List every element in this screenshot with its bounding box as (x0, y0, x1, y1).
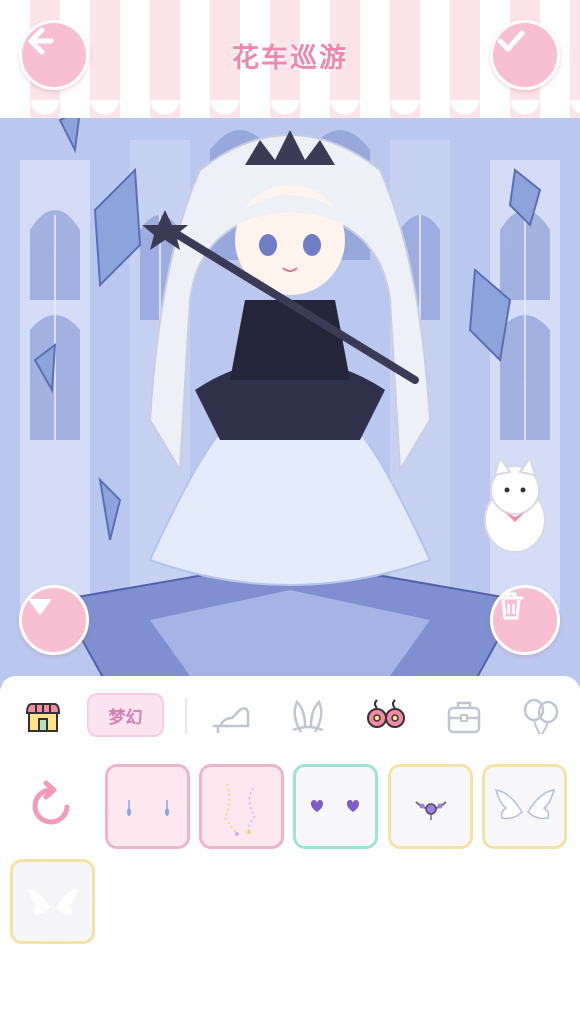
flower-earrings-icon (367, 699, 405, 728)
shop-icon (25, 703, 61, 732)
item-white-wings[interactable] (10, 859, 95, 944)
category-bar: 梦幻 (0, 676, 580, 756)
item-jewel-necklace[interactable] (388, 764, 473, 849)
back-arrow-icon (28, 27, 54, 55)
item-drop-earrings[interactable] (105, 764, 190, 849)
triangle-down-icon (29, 599, 51, 615)
banner-scallop (0, 100, 580, 122)
dress-up-scene: 花车巡游 (0, 0, 580, 690)
back-button[interactable] (19, 20, 89, 90)
category-bags[interactable] (441, 694, 487, 740)
angel-wings-icon (494, 788, 555, 819)
category-earrings[interactable] (363, 694, 409, 740)
category-handheld[interactable] (518, 694, 564, 740)
sparkle-chain-icon (223, 783, 256, 836)
collapse-panel-button[interactable] (19, 585, 89, 655)
balloons-icon (523, 698, 559, 735)
item-purple-heart-studs[interactable] (293, 764, 378, 849)
checkmark-icon (497, 30, 525, 52)
white-wings-icon (27, 888, 78, 915)
jewel-necklace-icon (414, 800, 447, 820)
high-heel-shoe-icon (212, 707, 250, 733)
item-sparkle-chain-earrings[interactable] (199, 764, 284, 849)
drop-earrings-icon (126, 799, 169, 816)
delete-button[interactable] (490, 585, 560, 655)
confirm-button[interactable] (490, 20, 560, 90)
bag-icon (447, 701, 481, 734)
reset-button[interactable] (26, 779, 78, 831)
category-shoes[interactable] (208, 694, 254, 740)
refresh-icon (32, 780, 70, 825)
tab-fantasy[interactable]: 梦幻 (87, 693, 164, 737)
item-angel-wings[interactable] (482, 764, 567, 849)
wardrobe-panel: 梦幻 (0, 676, 580, 1031)
trash-icon (498, 592, 524, 620)
bunny-ears-icon (292, 699, 324, 733)
heart-studs-icon (310, 799, 359, 812)
category-divider (185, 698, 187, 734)
shop-button[interactable] (20, 694, 66, 740)
category-headwear[interactable] (285, 694, 331, 740)
